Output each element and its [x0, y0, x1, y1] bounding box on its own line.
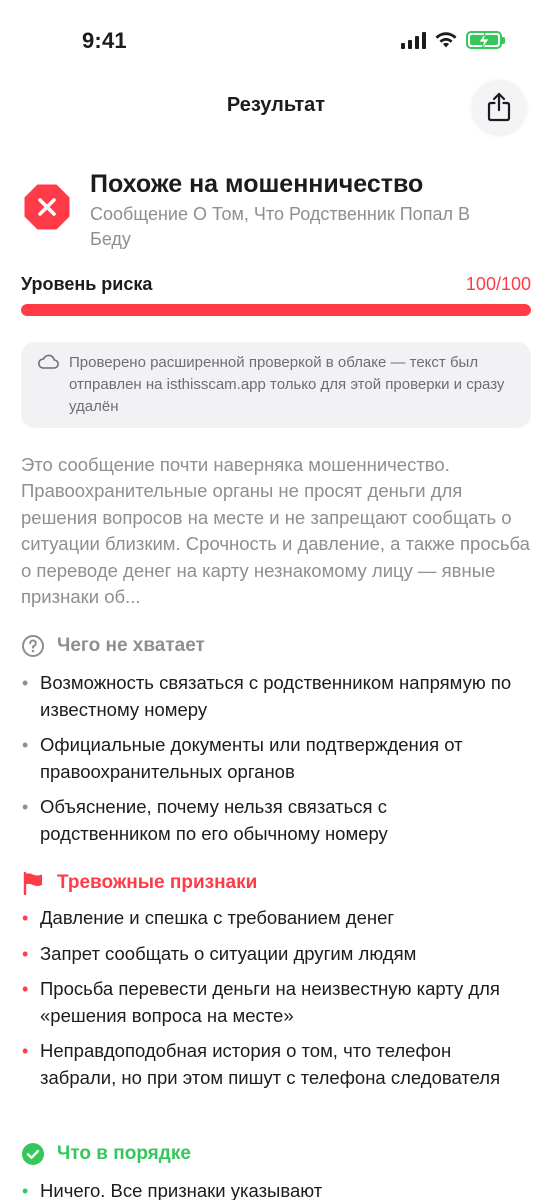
- status-icons: [401, 31, 505, 50]
- section-missing-header: Чего не хватает: [21, 634, 205, 658]
- share-icon: [487, 92, 511, 122]
- share-button[interactable]: [472, 80, 526, 134]
- list-item: • Просьба перевести деньги на неизвестную…: [22, 978, 500, 1026]
- section-red-flags-header: Тревожные признаки: [21, 871, 257, 895]
- cellular-signal-icon: [401, 31, 426, 49]
- verdict-subtitle: Сообщение О Том, Что Родственник Попал В…: [90, 204, 470, 249]
- status-bar: 9:41: [0, 0, 552, 84]
- section-red-flags-title: Тревожные признаки: [57, 872, 258, 893]
- list-item: • Запрет сообщать о ситуации другим людям: [22, 942, 417, 964]
- check-circle-icon: [22, 1143, 44, 1165]
- cloud-icon: [38, 354, 59, 369]
- cloud-notice-text: Проверено расширенной проверкой в облаке…: [69, 354, 505, 415]
- stop-x-icon: [24, 184, 70, 230]
- list-item: • Давление и спешка с требованием денег: [22, 907, 395, 928]
- missing-list: • Возможность связаться с родственником н…: [21, 670, 521, 856]
- cloud-check-notice: Проверено расширенной проверкой в облаке…: [21, 342, 531, 428]
- list-item: • Ничего. Все признаки указывают: [22, 1180, 323, 1200]
- risk-progress-bar: [21, 304, 531, 316]
- red-flags-list: • Давление и спешка с требованием денег •…: [21, 905, 521, 1100]
- page-title: Результат: [226, 94, 326, 116]
- wifi-icon: [435, 32, 457, 48]
- status-time: 9:41: [82, 28, 127, 53]
- risk-progress-fill: [21, 304, 531, 316]
- section-ok-header: Что в порядке: [21, 1142, 191, 1166]
- flag-icon: [23, 871, 42, 895]
- list-item: • Возможность связаться с родственником н…: [22, 672, 512, 720]
- risk-header: Уровень риска 100/100: [21, 274, 531, 295]
- risk-label: Уровень риска: [21, 274, 153, 294]
- risk-score: 100/100: [465, 274, 531, 294]
- battery-charging-icon: [466, 31, 505, 50]
- section-missing-title: Чего не хватает: [57, 635, 205, 656]
- verdict-title: Похоже на мошенничество: [90, 170, 424, 198]
- list-item: • Официальные документы или подтверждения…: [22, 734, 463, 782]
- ok-list: • Ничего. Все признаки указывают: [21, 1178, 521, 1200]
- list-item: • Объяснение, почему нельзя связаться с р…: [22, 796, 388, 844]
- question-circle-icon: [22, 635, 44, 657]
- list-item: • Неправдоподобная история о том, что тел…: [22, 1040, 501, 1088]
- summary-text: Это сообщение почти наверняка мошенничес…: [21, 454, 530, 608]
- section-ok-title: Что в порядке: [57, 1143, 191, 1164]
- verdict-card: Похоже на мошенничество Сообщение О Том,…: [24, 168, 530, 252]
